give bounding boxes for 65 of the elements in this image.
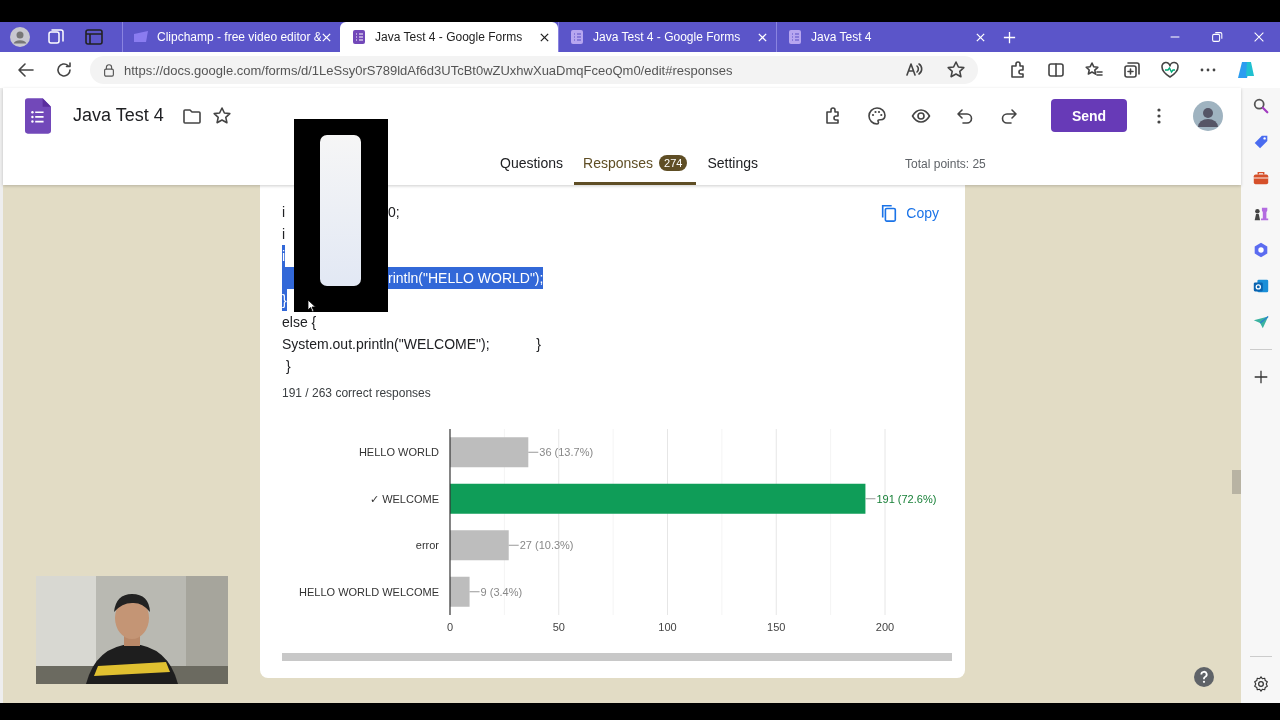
copy-button[interactable]: Copy	[878, 201, 941, 225]
forms-logo-icon[interactable]	[25, 97, 51, 134]
axis-tick-label: 50	[552, 621, 565, 633]
code-text: i	[282, 248, 286, 264]
code-text: i	[282, 226, 286, 242]
form-title[interactable]: Java Test 4	[73, 105, 164, 126]
briefcase-icon[interactable]	[1251, 169, 1270, 187]
new-tab-icon[interactable]	[1002, 29, 1017, 45]
back-icon[interactable]	[16, 60, 36, 80]
collections-icon[interactable]	[1122, 60, 1142, 80]
category-label: error	[415, 539, 439, 552]
category-label: HELLO WORLD	[358, 446, 439, 459]
star-icon[interactable]	[211, 105, 232, 126]
copy-icon	[880, 203, 899, 223]
code-text: 0;	[388, 204, 400, 220]
code-text: rintln("HELLO WORLD");	[388, 270, 544, 286]
profile-icon[interactable]	[10, 27, 30, 47]
value-label: 191 (72.6%)	[864, 492, 937, 505]
bar	[450, 530, 509, 561]
page-scrollbar-thumb[interactable]	[1232, 470, 1241, 494]
value-label: 36 (13.7%)	[527, 446, 594, 459]
close-icon[interactable]	[539, 31, 550, 43]
reload-icon[interactable]	[54, 60, 74, 80]
code-text: }	[284, 358, 291, 374]
form-tab[interactable]: Questions	[491, 143, 573, 185]
palette-icon[interactable]	[867, 105, 887, 126]
health-icon[interactable]	[1160, 60, 1180, 80]
code-text: else {	[282, 314, 317, 330]
code-text: i	[282, 204, 287, 220]
count-badge: 274	[659, 154, 688, 171]
horizontal-scrollbar[interactable]	[282, 653, 952, 661]
value-label: 9 (3.4%)	[469, 585, 523, 598]
settings-icon[interactable]	[1251, 675, 1270, 693]
help-icon[interactable]	[1194, 667, 1214, 687]
value-label: 27 (10.3%)	[508, 539, 574, 552]
forms-icon	[351, 29, 367, 45]
browser-tab[interactable]: Java Test 4 - Google Forms	[340, 22, 558, 52]
address-bar[interactable]: https://docs.google.com/forms/d/1LeSsy0rS789ldAf6d3UTcBt0wZUxhwXuaDmqFceoQm0/edit#responses	[90, 56, 978, 84]
send-button[interactable]: Send	[1051, 99, 1127, 132]
axis-tick-label: 200	[875, 621, 895, 633]
search-icon[interactable]	[1251, 97, 1270, 115]
url-text: https://docs.google.com/forms/d/1LeSsy0rS789ldAf6d3UTcBt0wZUxhwXuaDmqFceoQm0/edit#responses	[124, 62, 733, 78]
lock-icon	[102, 63, 116, 77]
axis-tick-label: 100	[658, 621, 677, 633]
avatar-icon[interactable]	[1193, 100, 1223, 131]
split-screen-icon[interactable]	[1046, 60, 1066, 80]
bar	[450, 576, 470, 607]
forms-icon	[569, 29, 585, 45]
total-points: Total points: 25	[905, 157, 986, 171]
axis-tick-label: 0	[446, 621, 454, 633]
tab-actions-icon[interactable]	[84, 27, 104, 47]
form-tab[interactable]: Settings	[698, 143, 768, 185]
copilot-icon[interactable]	[1236, 60, 1256, 80]
axis-tick-label: 150	[767, 621, 786, 633]
star-icon[interactable]	[946, 60, 966, 80]
category-label: HELLO WORLD WELCOME	[299, 585, 439, 598]
code-text: }	[282, 292, 287, 308]
forms-icon	[787, 29, 803, 45]
restore-icon[interactable]	[1210, 30, 1224, 44]
workspaces-icon[interactable]	[46, 27, 66, 47]
category-label: ✓ WELCOME	[370, 492, 439, 505]
clipchamp-icon	[133, 29, 149, 45]
outlook-icon[interactable]	[1251, 277, 1270, 295]
correct-summary: 191 / 263 correct responses	[282, 386, 432, 400]
code-text: System.out.println("WELCOME"); }	[282, 336, 541, 352]
